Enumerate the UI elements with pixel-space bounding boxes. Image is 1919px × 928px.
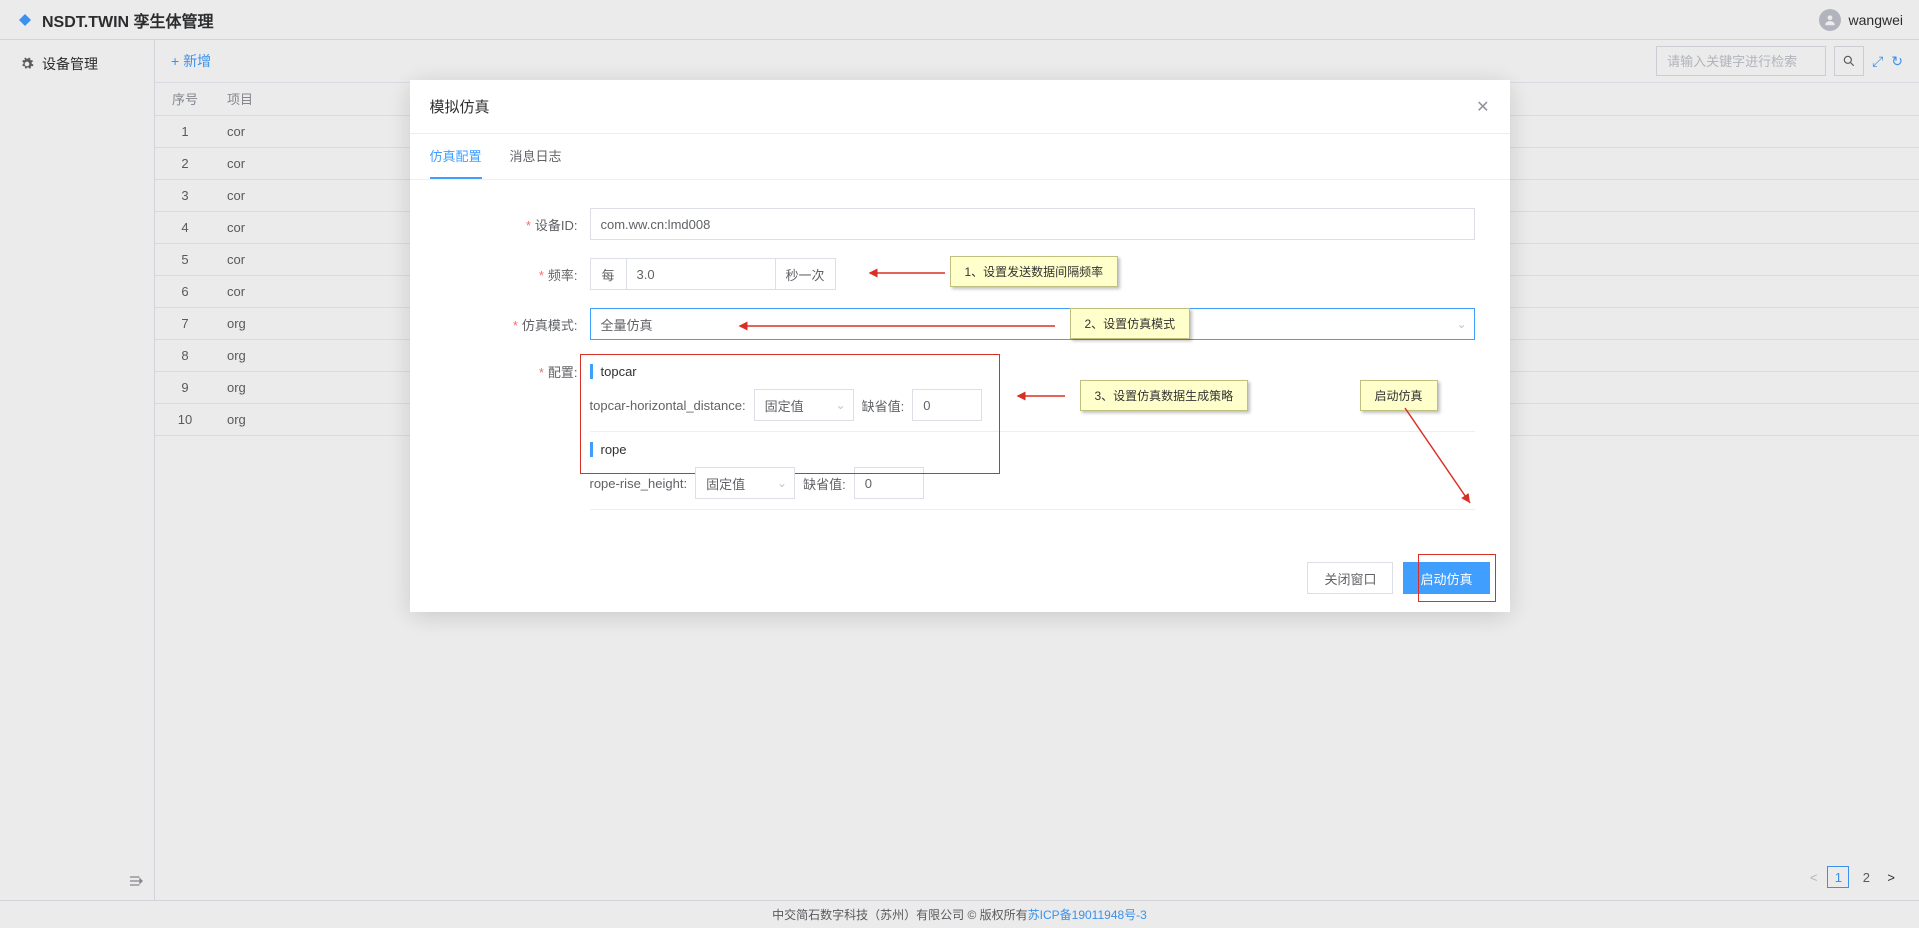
mode-select[interactable]: ⌄ [590, 308, 1475, 340]
label-mode: 仿真模式: [522, 318, 578, 333]
label-device-id: 设备ID: [535, 218, 578, 233]
divider [590, 509, 1475, 510]
config-type-select[interactable]: ⌄ [695, 467, 795, 499]
simulation-modal: 模拟仿真 ✕ 仿真配置 消息日志 *设备ID: *频率: 每 秒一次 1、设置发… [410, 80, 1510, 612]
tab-log[interactable]: 消息日志 [510, 134, 562, 179]
freq-prefix: 每 [590, 258, 626, 290]
config-default-label: 缺省值: [862, 396, 905, 415]
close-icon[interactable]: ✕ [1476, 97, 1489, 117]
annotation-callout-2: 2、设置仿真模式 [1070, 308, 1191, 339]
start-simulation-button[interactable]: 启动仿真 [1403, 562, 1489, 594]
annotation-callout-1: 1、设置发送数据间隔频率 [950, 256, 1119, 287]
config-group-title: rope [590, 442, 1475, 457]
config-default-input[interactable] [854, 467, 924, 499]
config-field-label: rope-rise_height: [590, 476, 688, 491]
close-button[interactable]: 关闭窗口 [1307, 562, 1393, 594]
config-default-label: 缺省值: [803, 474, 846, 493]
label-config: 配置: [548, 365, 578, 380]
config-group-title: topcar [590, 364, 1475, 379]
tab-config[interactable]: 仿真配置 [430, 134, 482, 179]
freq-suffix: 秒一次 [776, 258, 836, 290]
frequency-input[interactable] [626, 258, 776, 290]
divider [590, 431, 1475, 432]
label-frequency: 频率: [548, 268, 578, 283]
annotation-callout-4: 启动仿真 [1360, 380, 1438, 411]
config-field-label: topcar-horizontal_distance: [590, 398, 746, 413]
modal-title: 模拟仿真 [430, 96, 490, 117]
annotation-arrow [860, 263, 950, 283]
annotation-callout-3: 3、设置仿真数据生成策略 [1080, 380, 1249, 411]
config-type-select[interactable]: ⌄ [754, 389, 854, 421]
device-id-input[interactable] [590, 208, 1475, 240]
config-default-input[interactable] [912, 389, 982, 421]
